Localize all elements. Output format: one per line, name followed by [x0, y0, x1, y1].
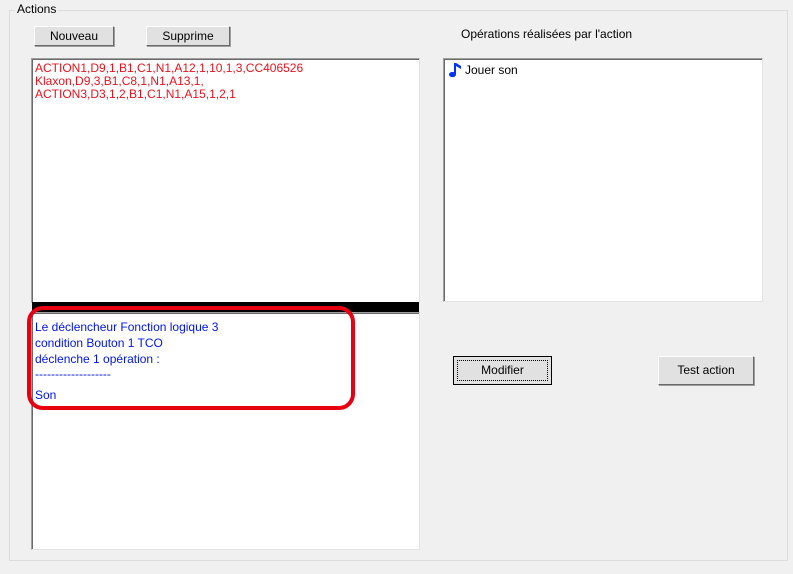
description-line: Le déclencheur Fonction logique 3	[35, 320, 219, 334]
operations-list[interactable]: Jouer son	[443, 58, 763, 302]
splitter-bar[interactable]	[32, 302, 419, 312]
modify-button[interactable]: Modifier	[453, 356, 552, 385]
description-line: condition Bouton 1 TCO	[35, 336, 163, 350]
music-note-icon	[448, 62, 462, 78]
operation-item[interactable]: Jouer son	[444, 59, 762, 78]
test-action-button[interactable]: Test action	[658, 356, 754, 385]
new-button[interactable]: Nouveau	[34, 26, 114, 46]
operations-label: Opérations réalisées par l'action	[461, 27, 633, 41]
actions-list[interactable]: ACTION1,D9,1,B1,C1,N1,A12,1,10,1,3,CC406…	[31, 58, 420, 303]
action-description-box[interactable]: Le déclencheur Fonction logique 3 condit…	[31, 312, 420, 550]
actions-group-title: Actions	[15, 2, 59, 16]
description-line: Son	[35, 388, 57, 402]
description-line: déclenche 1 opération :	[35, 352, 160, 366]
modify-button-label: Modifier	[457, 360, 548, 381]
description-line: -------------------	[35, 367, 111, 381]
operation-label: Jouer son	[465, 63, 518, 77]
list-item[interactable]: ACTION3,D3,1,2,B1,C1,N1,A15,1,2,1	[32, 88, 419, 101]
delete-button[interactable]: Supprime	[146, 26, 230, 46]
